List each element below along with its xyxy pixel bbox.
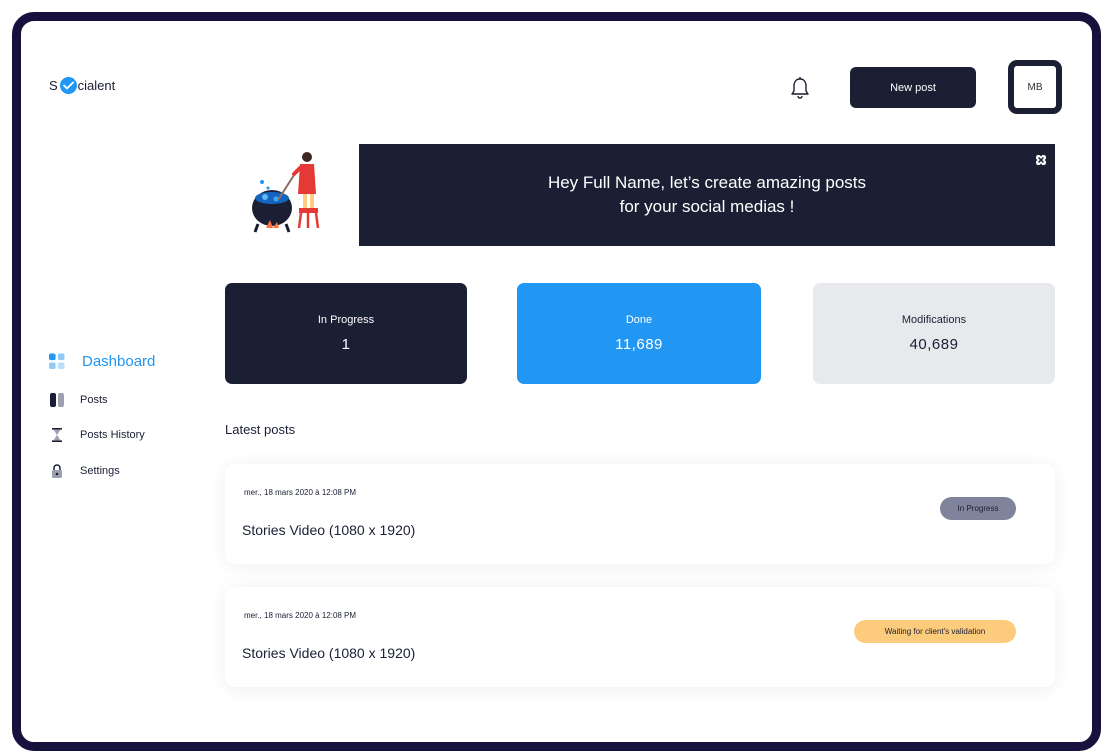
post-card[interactable]: mer., 18 mars 2020 à 12:08 PM Stories Vi… bbox=[225, 587, 1055, 687]
sidebar-item-label: Settings bbox=[80, 465, 120, 477]
post-title: Stories Video (1080 x 1920) bbox=[242, 522, 416, 538]
avatar[interactable]: MB bbox=[1008, 60, 1062, 114]
brand-prefix: S bbox=[49, 78, 58, 93]
avatar-initials: MB bbox=[1027, 81, 1043, 93]
sidebar-item-posts[interactable]: Posts bbox=[49, 392, 108, 408]
banner-line-1: Hey Full Name, let’s create amazing post… bbox=[547, 173, 867, 192]
stat-label: In Progress bbox=[317, 314, 375, 326]
post-date: mer., 18 mars 2020 à 12:08 PM bbox=[244, 488, 357, 497]
sidebar-item-dashboard[interactable]: Dashboard bbox=[49, 353, 155, 370]
dashboard-icon bbox=[49, 353, 65, 370]
bell-icon[interactable] bbox=[789, 76, 811, 100]
stat-label: Done bbox=[625, 314, 653, 326]
posts-icon bbox=[49, 392, 65, 408]
status-badge: Waiting for client's validation bbox=[854, 620, 1016, 643]
post-card[interactable]: mer., 18 mars 2020 à 12:08 PM Stories Vi… bbox=[225, 464, 1055, 564]
stat-label: Modifications bbox=[901, 314, 967, 326]
post-title: Stories Video (1080 x 1920) bbox=[242, 645, 416, 661]
stat-card-in-progress[interactable]: In Progress 1 bbox=[225, 283, 467, 384]
lock-icon bbox=[49, 463, 65, 479]
post-date: mer., 18 mars 2020 à 12:08 PM bbox=[244, 611, 357, 620]
stat-value: 1 bbox=[341, 336, 351, 353]
witch-cauldron-illustration bbox=[248, 150, 333, 240]
brand-logo[interactable]: S cialent bbox=[49, 77, 115, 94]
banner-text: Hey Full Name, let’s create amazing post… bbox=[527, 171, 887, 219]
new-post-button[interactable]: New post bbox=[850, 67, 976, 108]
latest-posts-title: Latest posts bbox=[225, 422, 296, 437]
brand-suffix: cialent bbox=[77, 78, 116, 93]
sidebar-item-label: Dashboard bbox=[82, 353, 156, 370]
stat-value: 40,689 bbox=[909, 336, 959, 353]
stat-card-modifications[interactable]: Modifications 40,689 bbox=[813, 283, 1055, 384]
banner-line-2: for your social medias ! bbox=[619, 197, 795, 216]
welcome-banner: Hey Full Name, let’s create amazing post… bbox=[359, 144, 1055, 246]
hourglass-icon bbox=[49, 427, 65, 443]
app-frame: S cialent New post MB Hey Full Name, let… bbox=[12, 12, 1101, 751]
close-icon[interactable] bbox=[1035, 149, 1047, 166]
sidebar-item-posts-history[interactable]: Posts History bbox=[49, 427, 145, 443]
stat-card-done[interactable]: Done 11,689 bbox=[517, 283, 761, 384]
stat-value: 11,689 bbox=[615, 336, 663, 353]
check-icon bbox=[59, 77, 77, 94]
status-badge: In Progress bbox=[940, 497, 1016, 520]
sidebar-item-settings[interactable]: Settings bbox=[49, 463, 120, 479]
sidebar-item-label: Posts History bbox=[80, 429, 145, 441]
sidebar-item-label: Posts bbox=[80, 394, 108, 406]
